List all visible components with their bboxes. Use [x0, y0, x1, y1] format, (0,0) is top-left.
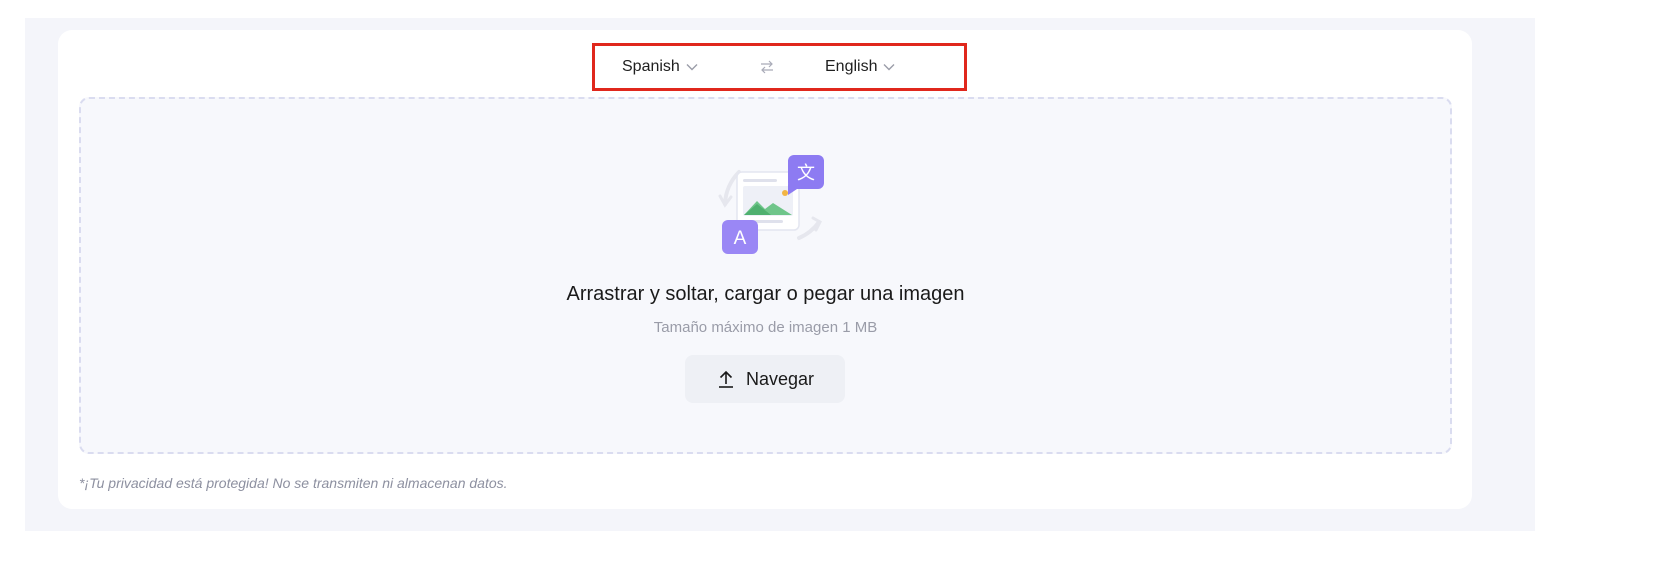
privacy-note: *¡Tu privacidad está protegida! No se tr…	[79, 475, 508, 491]
dropzone-title: Arrastrar y soltar, cargar o pegar una i…	[566, 283, 965, 305]
svg-text:A: A	[734, 228, 747, 249]
chevron-down-icon	[686, 63, 698, 71]
browse-button-label: Navegar	[745, 368, 815, 389]
target-language-label: English	[825, 58, 878, 75]
upload-icon	[716, 369, 736, 389]
language-selector-bar: Spanish English	[592, 43, 967, 91]
svg-text:文: 文	[797, 163, 815, 184]
browse-button[interactable]: Navegar	[685, 355, 845, 403]
image-translate-illustration: 文 A	[713, 152, 827, 256]
target-language-select[interactable]: English	[825, 58, 895, 76]
image-dropzone[interactable]: 文 A Arrastrar y soltar, cargar o pegar u…	[79, 97, 1452, 454]
source-language-select[interactable]: Spanish	[622, 58, 698, 76]
swap-arrows-icon[interactable]	[759, 60, 775, 74]
dropzone-size-limit: Tamaño máximo de imagen 1 MB	[653, 319, 878, 336]
chevron-down-icon	[883, 63, 895, 71]
source-language-label: Spanish	[622, 58, 680, 75]
